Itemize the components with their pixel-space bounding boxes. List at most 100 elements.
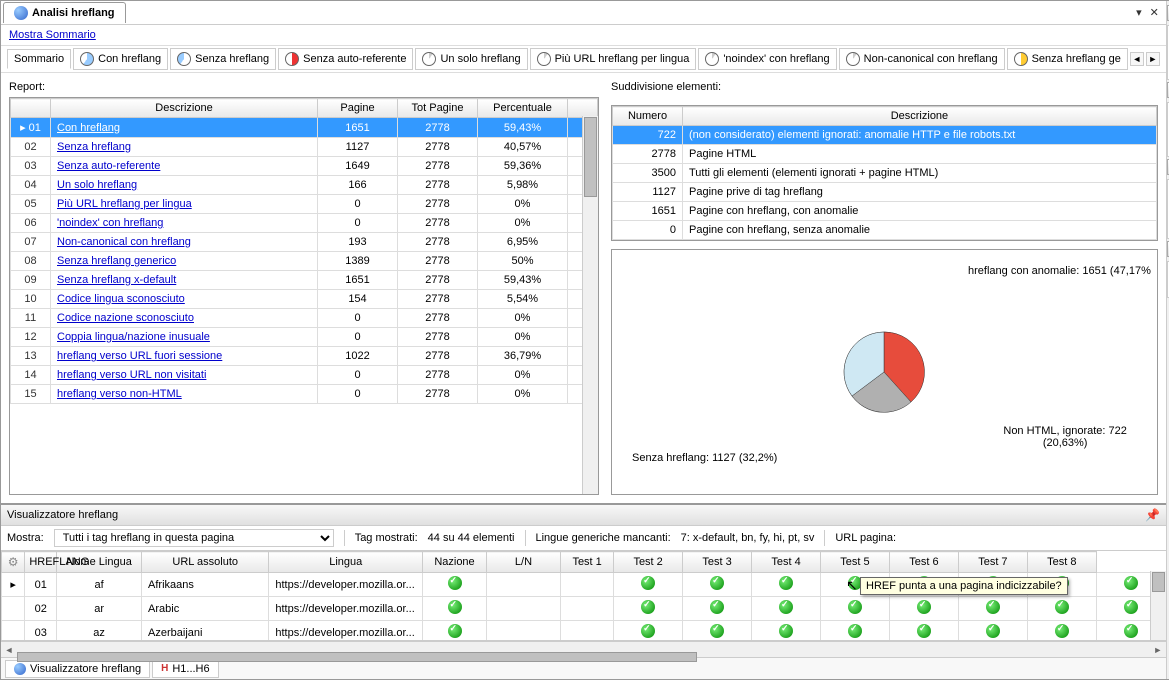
table-row[interactable]: 03 az Azerbaijani https://developer.mozi… — [2, 621, 1166, 642]
table-row[interactable]: 02 ar Arabic https://developer.mozilla.o… — [2, 597, 1166, 621]
table-row[interactable]: 07 Non-canonical con hreflang 193 2778 6… — [11, 233, 598, 252]
table-row[interactable]: ▸ 01 Con hreflang 1651 2778 59,43% — [11, 118, 598, 138]
viewer-col[interactable]: Test 6 — [889, 552, 958, 573]
table-row[interactable]: 12 Coppia lingua/nazione inusuale 0 2778… — [11, 328, 598, 347]
report-link[interactable]: 'noindex' con hreflang — [57, 217, 163, 229]
filter-tab-noindex[interactable]: 'noindex' con hreflang — [698, 48, 836, 70]
viewer-col[interactable]: Test 5 — [821, 552, 890, 573]
gear-icon[interactable]: ⚙ — [8, 555, 19, 569]
table-row[interactable]: 3500Tutti gli elementi (elementi ignorat… — [613, 164, 1157, 183]
table-row[interactable]: 10 Codice lingua sconosciuto 154 2778 5,… — [11, 290, 598, 309]
row-num: 2778 — [613, 145, 683, 164]
table-row[interactable]: 0Pagine con hreflang, senza anomalie — [613, 221, 1157, 240]
tab-analisi-hreflang[interactable]: Analisi hreflang — [3, 2, 126, 23]
report-link[interactable]: Codice lingua sconosciuto — [57, 293, 185, 305]
pin-icon[interactable]: 📌 — [1145, 508, 1160, 522]
row-pct: 5,98% — [478, 176, 568, 195]
viewer-col[interactable]: Test 7 — [958, 552, 1027, 573]
viewer-col[interactable]: Test 3 — [683, 552, 752, 573]
col-numero[interactable]: Numero — [613, 107, 683, 126]
col-desc[interactable]: Descrizione — [683, 107, 1157, 126]
report-link[interactable]: Non-canonical con hreflang — [57, 236, 191, 248]
row-num: 1651 — [613, 202, 683, 221]
tab-close-icon[interactable]: ✕ — [1147, 6, 1162, 19]
scroll-left-button[interactable]: ◄ — [1130, 52, 1144, 66]
report-link[interactable]: Senza hreflang generico — [57, 255, 176, 267]
viewer-col[interactable]: Test 8 — [1027, 552, 1096, 573]
viewer-col[interactable]: HREFLANG — [25, 552, 57, 573]
table-row[interactable]: 722(non considerato) elementi ignorati: … — [613, 126, 1157, 145]
report-link[interactable]: hreflang verso URL non visitati — [57, 369, 206, 381]
table-row[interactable]: 08 Senza hreflang generico 1389 2778 50% — [11, 252, 598, 271]
col-pie[interactable] — [568, 99, 598, 118]
row-ln — [561, 573, 614, 597]
filter-tab-senza-gen[interactable]: Senza hreflang ge — [1007, 48, 1128, 70]
viewer-col[interactable]: Nome Lingua — [57, 552, 142, 573]
table-row[interactable]: 2778Pagine HTML — [613, 145, 1157, 164]
report-link[interactable]: Senza hreflang x-default — [57, 274, 176, 286]
row-test7 — [1027, 597, 1096, 621]
row-pct: 6,95% — [478, 233, 568, 252]
viewer-col[interactable]: URL assoluto — [142, 552, 269, 573]
report-link[interactable]: Con hreflang — [57, 122, 120, 134]
check-icon — [1124, 576, 1138, 590]
col-tot[interactable]: Tot Pagine — [398, 99, 478, 118]
table-row[interactable]: 04 Un solo hreflang 166 2778 5,98% — [11, 176, 598, 195]
table-row[interactable]: 13 hreflang verso URL fuori sessione 102… — [11, 347, 598, 366]
table-row[interactable]: 06 'noindex' con hreflang 0 2778 0% — [11, 214, 598, 233]
row-test5 — [889, 621, 958, 642]
show-summary-link[interactable]: Mostra Sommario — [9, 29, 96, 41]
scroll-right-button[interactable]: ► — [1146, 52, 1160, 66]
tab-dropdown-icon[interactable]: ▾ — [1133, 6, 1145, 19]
row-desc: Pagine HTML — [683, 145, 1157, 164]
table-row[interactable]: 14 hreflang verso URL non visitati 0 277… — [11, 366, 598, 385]
report-link[interactable]: Più URL hreflang per lingua — [57, 198, 192, 210]
check-icon — [710, 600, 724, 614]
viewer-vscroll[interactable] — [1150, 571, 1166, 640]
viewer-col[interactable]: Nazione — [423, 552, 487, 573]
viewer-col[interactable]: ⚙ — [2, 552, 25, 573]
viewer-col[interactable]: L/N — [486, 552, 560, 573]
report-link[interactable]: Senza auto-referente — [57, 160, 160, 172]
report-link[interactable]: Codice nazione sconosciuto — [57, 312, 194, 324]
viewer-hscroll[interactable]: ◄► — [1, 641, 1166, 657]
filter-tab-piu-url[interactable]: Più URL hreflang per lingua — [530, 48, 697, 70]
table-row[interactable]: 05 Più URL hreflang per lingua 0 2778 0% — [11, 195, 598, 214]
col-descrizione[interactable]: Descrizione — [51, 99, 318, 118]
table-row[interactable]: 02 Senza hreflang 1127 2778 40,57% — [11, 138, 598, 157]
pie-icon — [422, 52, 436, 66]
report-link[interactable]: Senza hreflang — [57, 141, 131, 153]
viewer-col[interactable]: Lingua — [269, 552, 423, 573]
vertical-scrollbar[interactable] — [582, 116, 598, 494]
filter-tab-sommario[interactable]: Sommario — [7, 49, 71, 69]
bottom-tab-viewer[interactable]: Visualizzatore hreflang — [5, 660, 150, 678]
report-link[interactable]: hreflang verso URL fuori sessione — [57, 350, 222, 362]
table-row[interactable]: 1127Pagine prive di tag hreflang — [613, 183, 1157, 202]
table-row[interactable]: 1651Pagine con hreflang, con anomalie — [613, 202, 1157, 221]
col-pct[interactable]: Percentuale — [478, 99, 568, 118]
table-row[interactable]: 09 Senza hreflang x-default 1651 2778 59… — [11, 271, 598, 290]
report-label: Report: — [9, 81, 599, 93]
table-row[interactable]: 03 Senza auto-referente 1649 2778 59,36% — [11, 157, 598, 176]
report-link[interactable]: Coppia lingua/nazione inusuale — [57, 331, 210, 343]
pie-icon — [80, 52, 94, 66]
table-row[interactable]: 11 Codice nazione sconosciuto 0 2778 0% — [11, 309, 598, 328]
filter-tab-con-hreflang[interactable]: Con hreflang — [73, 48, 168, 70]
col-pagine[interactable]: Pagine — [318, 99, 398, 118]
filter-tab-senza-auto[interactable]: Senza auto-referente — [278, 48, 413, 70]
row-desc: 'noindex' con hreflang — [51, 214, 318, 233]
filter-tab-un-solo[interactable]: Un solo hreflang — [415, 48, 527, 70]
report-link[interactable]: hreflang verso non-HTML — [57, 388, 182, 400]
table-row[interactable]: 15 hreflang verso non-HTML 0 2778 0% — [11, 385, 598, 404]
report-link[interactable]: Un solo hreflang — [57, 179, 137, 191]
bottom-tab-headings[interactable]: HH1...H6 — [152, 660, 219, 678]
filter-tab-senza-hreflang[interactable]: Senza hreflang — [170, 48, 276, 70]
viewer-col[interactable]: Test 4 — [752, 552, 821, 573]
col-num[interactable] — [11, 99, 51, 118]
show-select[interactable]: Tutti i tag hreflang in questa pagina — [54, 529, 334, 547]
filter-tab-noncanonical[interactable]: Non-canonical con hreflang — [839, 48, 1005, 70]
viewer-col[interactable]: Test 1 — [561, 552, 614, 573]
row-pct: 0% — [478, 309, 568, 328]
check-icon — [779, 600, 793, 614]
viewer-col[interactable]: Test 2 — [614, 552, 683, 573]
